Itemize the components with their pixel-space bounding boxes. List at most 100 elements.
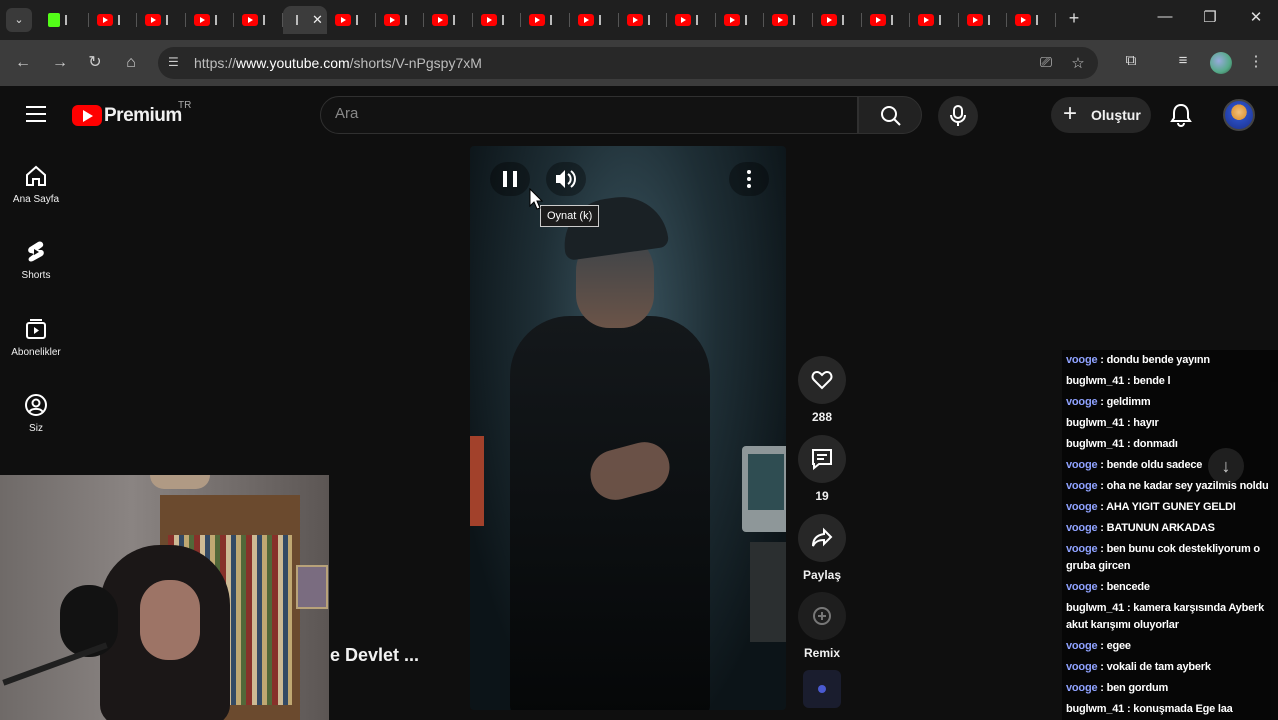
share-circle[interactable] <box>798 514 846 562</box>
sidebar-item-shorts[interactable]: Shorts <box>0 240 72 281</box>
browser-tab[interactable]: ✕ <box>282 6 327 34</box>
guide-menu-icon[interactable] <box>26 106 46 122</box>
tab-title-fragment <box>501 15 508 25</box>
shorts-video-player[interactable] <box>470 146 786 710</box>
chat-message: buglwm_41 : bende l <box>1062 371 1278 392</box>
create-button[interactable]: + Oluştur <box>1051 97 1151 133</box>
tab-search-button[interactable]: ⌄ <box>6 8 32 32</box>
browser-tab[interactable] <box>473 6 522 34</box>
home-icon <box>26 165 46 186</box>
browser-tab[interactable] <box>40 6 89 34</box>
close-tab-icon[interactable]: ✕ <box>312 12 323 28</box>
more-vertical-icon <box>747 170 751 188</box>
play-tooltip: Oynat (k) <box>540 205 600 227</box>
scroll-down-icon[interactable]: ↓ <box>1208 448 1244 484</box>
close-window-button[interactable]: ✕ <box>1246 8 1266 26</box>
browser-tab[interactable] <box>619 6 668 34</box>
browser-tab[interactable] <box>862 6 911 34</box>
youtube-favicon-icon <box>242 14 259 26</box>
chat-username: vooge <box>1066 396 1098 408</box>
search-box[interactable] <box>320 96 858 134</box>
site-info-icon[interactable]: ☰ <box>168 55 184 71</box>
browser-tab[interactable] <box>89 6 138 34</box>
tab-title-fragment <box>793 15 799 25</box>
logo-text[interactable]: Premium <box>104 105 182 127</box>
chat-message: vooge : bende oldu sadece <box>1062 455 1278 476</box>
chat-username: buglwm_41 <box>1066 438 1125 450</box>
youtube-favicon-icon <box>675 14 692 26</box>
tab-title-fragment <box>404 15 411 25</box>
browser-tab[interactable] <box>186 6 235 34</box>
share-label: Paylaş <box>802 568 842 582</box>
forward-button[interactable]: → <box>49 52 71 74</box>
volume-button[interactable] <box>546 162 586 196</box>
browser-tab[interactable] <box>1007 6 1056 34</box>
remix-circle[interactable] <box>798 592 846 640</box>
youtube-logo-icon[interactable] <box>72 105 102 126</box>
sidebar-item-home[interactable]: Ana Sayfa <box>0 164 72 205</box>
browser-tab[interactable] <box>521 6 570 34</box>
chat-username: vooge <box>1066 522 1098 534</box>
extensions-icon[interactable]: ⧉ <box>1120 52 1142 69</box>
chat-message: vooge : geldimm <box>1062 392 1278 413</box>
tab-title-fragment <box>295 15 302 25</box>
youtube-favicon-icon <box>918 14 935 26</box>
new-tab-button[interactable]: + <box>1064 8 1084 29</box>
media-control-icon[interactable]: ≡ <box>1172 52 1194 69</box>
chat-username: vooge <box>1066 501 1098 513</box>
browser-tab[interactable] <box>570 6 619 34</box>
browser-tab[interactable] <box>667 6 716 34</box>
install-app-icon[interactable]: ⎚ <box>1036 54 1056 71</box>
chat-message: vooge : egee <box>1062 636 1278 657</box>
back-button[interactable]: ← <box>12 52 34 74</box>
reload-button[interactable]: ↻ <box>84 52 106 74</box>
chat-message: vooge : ben bunu cok destekliyorum o gru… <box>1062 539 1278 577</box>
address-bar[interactable]: ☰ https://www.youtube.com/shorts/V-nPgsp… <box>158 47 1098 79</box>
browser-tab[interactable] <box>959 6 1008 34</box>
browser-tab[interactable] <box>376 6 425 34</box>
webcam-microphone <box>60 585 118 657</box>
browser-tab[interactable] <box>716 6 765 34</box>
youtube-favicon-icon <box>577 14 594 26</box>
remix-button[interactable]: Remix <box>797 592 847 660</box>
pause-button[interactable] <box>490 162 530 196</box>
comments-circle[interactable] <box>798 435 846 483</box>
sidebar-item-you[interactable]: Siz <box>0 393 72 434</box>
like-button[interactable]: 288 <box>797 356 847 424</box>
minimize-button[interactable]: — <box>1155 8 1175 25</box>
sound-thumbnail[interactable] <box>803 670 841 708</box>
notifications-bell-icon[interactable] <box>1168 102 1194 128</box>
video-title-partial[interactable]: e Devlet ... <box>330 645 419 666</box>
youtube-favicon-icon <box>383 14 400 26</box>
browser-menu-icon[interactable]: ⋮ <box>1245 52 1267 70</box>
chat-text: : donmadı <box>1124 438 1178 450</box>
chat-username: buglwm_41 <box>1066 602 1125 614</box>
browser-tab[interactable] <box>234 6 283 34</box>
search-button[interactable] <box>858 96 922 134</box>
browser-tab[interactable] <box>813 6 862 34</box>
browser-tab[interactable] <box>424 6 473 34</box>
restore-button[interactable]: ❐ <box>1200 8 1220 26</box>
browser-tab[interactable] <box>764 6 813 34</box>
bookmark-star-icon[interactable]: ☆ <box>1068 54 1088 72</box>
remix-icon <box>813 607 831 625</box>
tab-separator <box>1054 13 1056 27</box>
search-input[interactable] <box>335 105 835 122</box>
like-circle[interactable] <box>798 356 846 404</box>
more-options-button[interactable] <box>729 162 769 196</box>
tab-title-fragment <box>550 15 556 25</box>
chat-message: vooge : BATUNUN ARKADAS <box>1062 518 1278 539</box>
browser-tab[interactable] <box>910 6 959 34</box>
chat-message: vooge : ben gordum <box>1062 678 1278 699</box>
home-button[interactable]: ⌂ <box>120 52 142 74</box>
tab-title-fragment <box>214 15 221 25</box>
browser-tab[interactable] <box>137 6 186 34</box>
share-button[interactable]: Paylaş <box>797 514 847 582</box>
url-text[interactable]: https://www.youtube.com/shorts/V-nPgspy7… <box>194 55 482 71</box>
account-avatar[interactable] <box>1223 99 1255 131</box>
voice-search-button[interactable] <box>938 96 978 136</box>
browser-profile-avatar[interactable] <box>1210 52 1232 74</box>
sidebar-item-subscriptions[interactable]: Abonelikler <box>0 317 72 358</box>
browser-tab[interactable] <box>327 6 376 34</box>
comments-button[interactable]: 19 <box>797 435 847 503</box>
